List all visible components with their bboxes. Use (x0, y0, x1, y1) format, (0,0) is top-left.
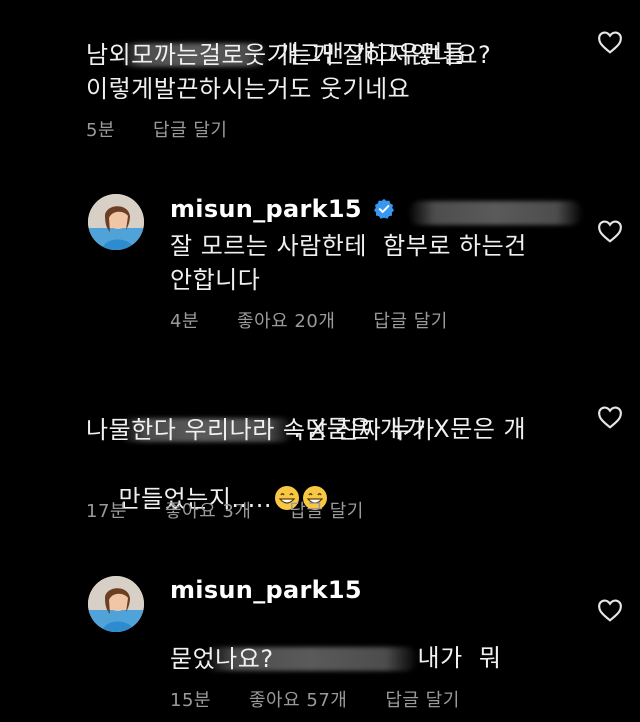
comment-text-line2: 남외모까는걸로웃기는거 잘하지않나요? (86, 41, 492, 69)
heart-outline-icon[interactable] (597, 405, 623, 429)
comment-time: 5분 (86, 120, 116, 141)
reply-button[interactable]: 답글 달기 (385, 686, 459, 712)
comment-username[interactable]: misun_park15 (170, 576, 362, 604)
comment-text-line2: 안합니다 (170, 266, 261, 294)
heart-outline-icon[interactable] (597, 30, 623, 54)
redacted-mention (408, 200, 584, 225)
avatar[interactable] (88, 194, 144, 250)
heart-outline-icon[interactable] (597, 219, 623, 243)
avatar[interactable] (88, 576, 144, 632)
reply-button[interactable]: 답글 달기 (153, 116, 227, 142)
comment-1: 개그맨 개그우먼들 남외모까는걸로웃기는거 잘하지않나요? 이렇게발끈하시는거도… (0, 0, 640, 150)
comment-likes[interactable]: 좋아요 20개 (237, 307, 335, 333)
avatar-image (88, 576, 144, 632)
comment-username[interactable]: misun_park15 (170, 195, 362, 223)
heart-outline-icon[interactable] (597, 598, 623, 622)
comment-likes[interactable]: 좋아요 57개 (249, 686, 347, 712)
comment-2: misun_park15 잘 모르는 사람한테 함부로 하는건 안합니다 4분 … (0, 185, 640, 345)
comment-text-line1: 내가 뭐 (417, 644, 502, 672)
comment-meta: 5분 답글 달기 (86, 116, 265, 142)
reply-button[interactable]: 답글 달기 (373, 307, 447, 333)
comment-likes[interactable]: 좋아요 3개 (165, 497, 251, 523)
comment-time: 15분 (170, 690, 211, 711)
reply-button[interactable]: 답글 달기 (289, 497, 363, 523)
comment-meta: 4분 좋아요 20개 답글 달기 (170, 307, 486, 333)
comment-meta: 17분 좋아요 3개 답글 달기 (86, 497, 402, 523)
comment-text-line1: 잘 모르는 사람한테 함부로 하는건 (170, 232, 527, 260)
comment-4: misun_park15 내가 뭐 묻었나요? 15분 좋아요 57개 답글 달… (0, 560, 640, 722)
verified-badge-icon (373, 198, 395, 219)
comment-meta: 15분 좋아요 57개 답글 달기 (170, 686, 498, 712)
comment-text-line2: 묻었나요? (170, 645, 274, 673)
comment-text-line3: 이렇게발끈하시는거도 웃기네요 (86, 75, 411, 103)
avatar-image (88, 194, 144, 250)
comment-time: 4분 (170, 311, 200, 332)
comment-time: 17분 (86, 501, 127, 522)
comment-text-line2: 나물한다 우리나라 속담 진짜 누가 (86, 416, 435, 444)
comment-3: . X묻은 개가 X문은 개 나물한다 우리나라 속담 진짜 누가 만들었는지.… (0, 375, 640, 535)
